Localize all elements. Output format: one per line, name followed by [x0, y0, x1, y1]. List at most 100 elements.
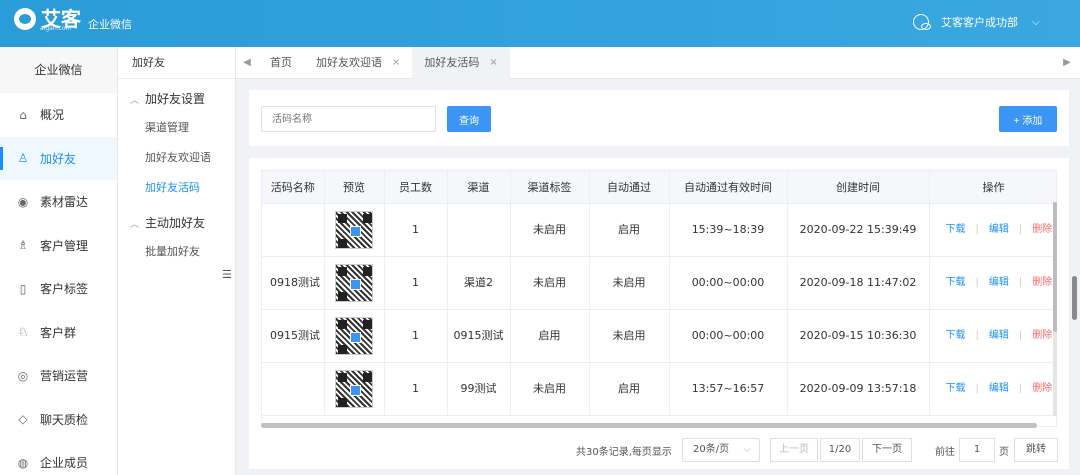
subnav-item-batch-add[interactable]: 批量加好友 [118, 237, 235, 267]
delete-link[interactable]: 删除 [1032, 330, 1052, 341]
column-header: 渠道标签 [510, 171, 590, 204]
subnav-group-active-add[interactable]: ︿ 主动加好友 [118, 209, 235, 237]
sidebar-item-overview[interactable]: ⌂ 概况 [0, 93, 117, 137]
download-link[interactable]: 下载 [946, 224, 966, 235]
sidebar-item-marketing[interactable]: ◎ 营销运营 [0, 354, 117, 398]
page-size-value: 20条/页 [693, 444, 730, 455]
sidebar-item-chat-inspection[interactable]: ◇ 聊天质检 [0, 398, 117, 442]
sidebar-item-customer-tags[interactable]: ▯ 客户标签 [0, 267, 117, 311]
query-button[interactable]: 查询 [447, 106, 491, 132]
cell-channel-tag: 未启用 [510, 203, 590, 257]
cell-valid-time: 00:00~00:00 [669, 256, 788, 310]
top-bar: 艾客 aigan.com 企业微信 艾客客户成功部 ⌵ [0, 0, 1080, 47]
subnav-group-label: 加好友设置 [145, 92, 206, 106]
live-code-table: 活码名称 预览 员工数 渠道 渠道标签 自动通过 自动通过有效时间 创建时间 操… [261, 170, 1057, 427]
tab-label: 加好友活码 [424, 55, 480, 69]
tab-live-code[interactable]: 加好友活码 × [412, 46, 510, 79]
delete-link[interactable]: 删除 [1032, 224, 1052, 235]
jump-button[interactable]: 跳转 [1014, 438, 1058, 462]
column-header: 自动通过 [589, 171, 670, 204]
download-link[interactable]: 下载 [946, 277, 966, 288]
user-name: 艾客客户成功部 [941, 16, 1018, 29]
column-header: 创建时间 [787, 171, 930, 204]
tab-welcome[interactable]: 加好友欢迎语 × [304, 47, 412, 79]
download-link[interactable]: 下载 [946, 330, 966, 341]
table-horizontal-scrollbar[interactable] [261, 423, 1037, 428]
cell-ops: 下载 | 编辑 | 删除 [929, 309, 1056, 363]
tab-scroll-left-icon[interactable]: ◀ [236, 57, 258, 68]
table-header-row: 活码名称 预览 员工数 渠道 渠道标签 自动通过 自动通过有效时间 创建时间 操… [262, 171, 1056, 204]
cell-created: 2020-09-15 10:36:30 [787, 309, 930, 363]
sidebar-item-label: 客户标签 [40, 282, 89, 297]
cell-created: 2020-09-22 15:39:49 [787, 203, 930, 257]
edit-link[interactable]: 编辑 [989, 277, 1009, 288]
delete-link[interactable]: 删除 [1032, 277, 1052, 288]
sidebar-item-customer-groups[interactable]: ♘ 客户群 [0, 311, 117, 355]
edit-link[interactable]: 编辑 [989, 330, 1009, 341]
user-menu[interactable]: 艾客客户成功部 ⌵ [913, 14, 1040, 30]
search-input[interactable] [261, 106, 436, 132]
search-card: 查询 + 添加 [249, 90, 1069, 146]
subnav-item-welcome[interactable]: 加好友欢迎语 [118, 143, 235, 173]
edit-link[interactable]: 编辑 [989, 383, 1009, 394]
subnav-group-label: 主动加好友 [145, 216, 206, 230]
cell-valid-time: 00:00~00:00 [669, 309, 788, 363]
cell-created: 2020-09-09 13:57:18 [787, 362, 930, 416]
chevron-up-icon: ︿ [130, 220, 140, 230]
cell-created: 2020-09-18 11:47:02 [787, 256, 930, 310]
prev-page-button[interactable]: 上一页 [770, 438, 818, 462]
pagination-total: 共30条记录,每页显示 [576, 447, 672, 458]
chevron-up-icon: ︿ [130, 96, 140, 106]
subnav-item-channel[interactable]: 渠道管理 [118, 113, 235, 143]
page-size-select[interactable]: 20条/页 ⌵ [682, 438, 760, 462]
group-icon: ♘ [17, 325, 29, 340]
sidebar-item-label: 客户群 [40, 325, 77, 340]
qr-code-icon[interactable] [335, 210, 373, 249]
tab-scroll-right-icon[interactable]: ▶ [1056, 57, 1078, 68]
table-card: 活码名称 预览 员工数 渠道 渠道标签 自动通过 自动通过有效时间 创建时间 操… [249, 158, 1069, 469]
sidebar-title: 企业微信 [0, 47, 117, 93]
cell-staff: 1 [384, 362, 448, 416]
cell-ops: 下载 | 编辑 | 删除 [929, 362, 1056, 416]
subnav-item-live-code[interactable]: 加好友活码 [118, 173, 235, 203]
chevron-down-icon: ⌵ [1032, 16, 1040, 28]
cell-preview [324, 256, 385, 310]
column-header: 员工数 [384, 171, 448, 204]
edit-link[interactable]: 编辑 [989, 224, 1009, 235]
cell-channel-tag: 启用 [510, 309, 590, 363]
sidebar-item-add-friend[interactable]: ♙ 加好友 [0, 136, 117, 180]
sidebar-item-material-radar[interactable]: ◉ 素材雷达 [0, 180, 117, 224]
divider: | [1018, 329, 1023, 341]
goto-page-input[interactable]: 1 [959, 438, 995, 462]
close-icon[interactable]: × [489, 47, 497, 79]
sidebar-item-customer-management[interactable]: ♗ 客户管理 [0, 224, 117, 268]
sidebar-item-members[interactable]: ◍ 企业成员 [0, 441, 117, 475]
subnav-group-settings[interactable]: ︿ 加好友设置 [118, 85, 235, 113]
close-icon[interactable]: × [392, 47, 400, 79]
sub-sidebar: 加好友 ︿ 加好友设置 渠道管理 加好友欢迎语 加好友活码 ︿ 主动加好友 批量加好… [118, 47, 236, 475]
next-page-button[interactable]: 下一页 [862, 438, 912, 462]
cell-valid-time: 15:39~18:39 [669, 203, 788, 257]
page-scrollbar[interactable] [1072, 276, 1077, 320]
qr-code-icon[interactable] [335, 316, 373, 355]
add-button[interactable]: + 添加 [999, 106, 1057, 132]
cell-name [262, 203, 325, 257]
column-header: 预览 [324, 171, 385, 204]
sidebar-item-label: 营销运营 [40, 369, 89, 384]
qr-code-icon[interactable] [335, 263, 373, 302]
delete-link[interactable]: 删除 [1032, 383, 1052, 394]
home-icon: ⌂ [19, 107, 27, 122]
download-link[interactable]: 下载 [946, 383, 966, 394]
cell-name: 0918测试 [262, 256, 325, 310]
table-vertical-scrollbar[interactable] [1053, 202, 1057, 332]
qr-code-icon[interactable] [335, 369, 373, 408]
cell-preview [324, 309, 385, 363]
cell-staff: 1 [384, 203, 448, 257]
divider: | [1018, 223, 1023, 235]
sub-sidebar-title: 加好友 [118, 47, 235, 79]
current-page: 1/20 [820, 438, 860, 462]
tab-home[interactable]: 首页 [258, 47, 304, 79]
cell-auto-pass: 启用 [589, 203, 670, 257]
tab-label: 加好友欢迎语 [316, 55, 382, 69]
collapse-menu-icon[interactable]: ☰ [222, 268, 236, 286]
